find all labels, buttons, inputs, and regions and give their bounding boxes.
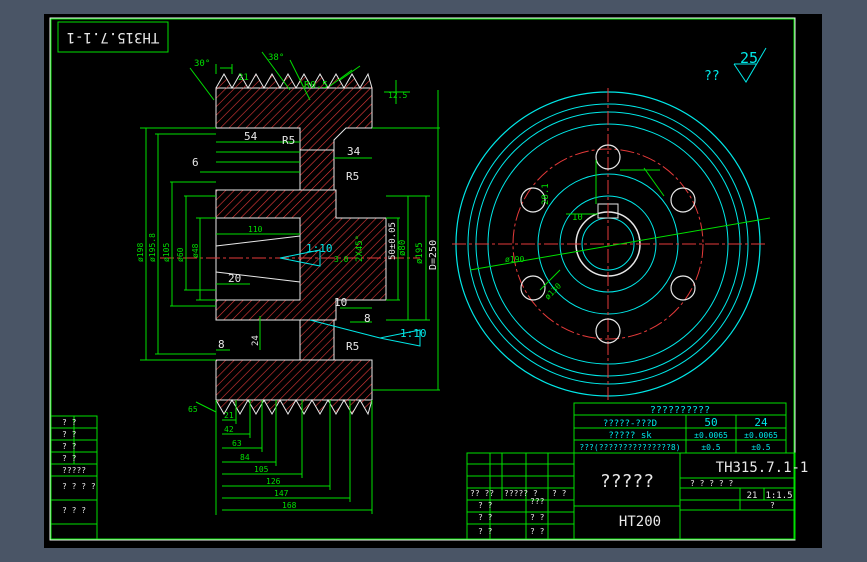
dim-pitch: 21	[238, 73, 249, 83]
gear-table-row1-label: ?????-???D	[603, 419, 657, 429]
model-space	[44, 14, 822, 548]
dim-ladder-3: 63	[232, 439, 242, 448]
left-table-label-3: ? ?	[62, 442, 77, 451]
dim-groove-angle: 38°	[268, 53, 284, 63]
dim-110: 110	[248, 225, 263, 234]
dim-d-28: 28.1	[541, 183, 551, 205]
dim-8-b: 8	[218, 338, 225, 351]
left-table-label-6: ? ? ? ?	[62, 482, 96, 491]
dim-top-angle: 30°	[194, 59, 210, 69]
dim-65: 65	[188, 405, 198, 414]
dim-d-195b: ø195.8	[148, 233, 157, 262]
left-table-label-4: ? ?	[62, 454, 77, 463]
title-block-label-3: ? ?	[478, 501, 493, 510]
dim-ladder-8: 168	[282, 501, 297, 510]
title-block-label-6: ???	[530, 497, 545, 506]
dim-width-54: 54	[244, 130, 258, 143]
gear-table-row1-c2: 24	[754, 416, 768, 429]
dim-20: 20	[228, 272, 241, 285]
dim-3: 3.0	[334, 255, 349, 264]
dim-d-48: ø48	[191, 243, 200, 258]
gear-table-row3-label: ???(???????????????8)	[579, 443, 680, 452]
left-table-label-2: ? ?	[62, 430, 77, 439]
dim-radius-top: R0.5	[304, 80, 328, 91]
scale-note: 21	[747, 491, 758, 501]
dim-24: 24	[251, 335, 261, 346]
title-block-label-1: ?? ??	[470, 489, 494, 498]
title-block-label-11: ?	[770, 501, 775, 510]
title-block-label-4: ? ?	[478, 513, 493, 522]
title-block-label-8: ? ?	[530, 527, 545, 536]
dim-12-5: 12.5	[388, 91, 407, 100]
dim-d-10: 10	[572, 213, 583, 223]
gear-table-row2-c2: ±0.0065	[744, 431, 778, 440]
dim-6: 6	[192, 156, 199, 169]
dim-34: 34	[347, 145, 361, 158]
dim-ladder-4: 84	[240, 453, 250, 462]
cad-drawing-viewer[interactable]: TH315.7.1-1 ?? 25 30° 21 38° R0.5 54 R5 …	[0, 0, 867, 562]
dim-d-60: ø60	[176, 247, 185, 262]
gear-table-title: ??????????	[650, 405, 710, 416]
title-block-label-5: ? ?	[478, 527, 493, 536]
dim-ladder-2: 42	[224, 425, 234, 434]
dim-d-190: ø190	[505, 255, 524, 264]
material: HT200	[619, 514, 661, 530]
left-table-label-5: ?????	[62, 466, 86, 475]
dim-8-a: 8	[364, 312, 371, 325]
dim-d-80: ø80	[398, 240, 408, 256]
dim-d-195: ø195	[415, 242, 425, 264]
scale-value: 1:1.5	[765, 491, 792, 501]
gear-table-row2-c1: ±0.0065	[694, 431, 728, 440]
drawing-code: TH315.7.1-1	[716, 460, 809, 476]
left-table-label-1: ? ?	[62, 418, 77, 427]
left-table-label-7: ? ? ?	[62, 506, 86, 515]
title-block-label-7: ? ?	[530, 513, 545, 522]
dim-ladder-1: 21	[224, 411, 234, 420]
dim-r5-b: R5	[346, 170, 359, 183]
gear-table-row2-label: ????? sk	[608, 431, 652, 441]
dim-ladder-5: 105	[254, 465, 269, 474]
dim-taper-b: 1:10	[400, 327, 427, 340]
gear-table-row1-c1: 50	[704, 416, 717, 429]
roughness-note: ??	[704, 69, 720, 84]
dim-d-50: 50±0.05	[388, 222, 398, 260]
dim-ladder-7: 147	[274, 489, 289, 498]
dim-10: 10	[334, 296, 347, 309]
title-block-label-9: ? ?	[552, 489, 567, 498]
dim-r5-a: R5	[282, 134, 295, 147]
gear-table-row3-c1: ±0.5	[701, 443, 720, 452]
gear-table-row3-c2: ±0.5	[751, 443, 770, 452]
title-block-label-10: ? ? ? ? ?	[690, 479, 734, 488]
dim-d-198: ø198	[136, 243, 145, 262]
part-name: ?????	[600, 471, 654, 492]
dim-d-105: ø105	[162, 243, 171, 262]
dim-taper-a: 1:10	[306, 242, 333, 255]
dim-chamfer: 2X45°	[355, 235, 365, 262]
dim-ladder-6: 126	[266, 477, 281, 486]
code-rotated: TH315.7.1-1	[67, 29, 160, 45]
dim-r5-c: R5	[346, 340, 359, 353]
drawing-canvas[interactable]: TH315.7.1-1 ?? 25 30° 21 38° R0.5 54 R5 …	[0, 0, 867, 562]
dim-d-250: D=250	[428, 240, 439, 270]
